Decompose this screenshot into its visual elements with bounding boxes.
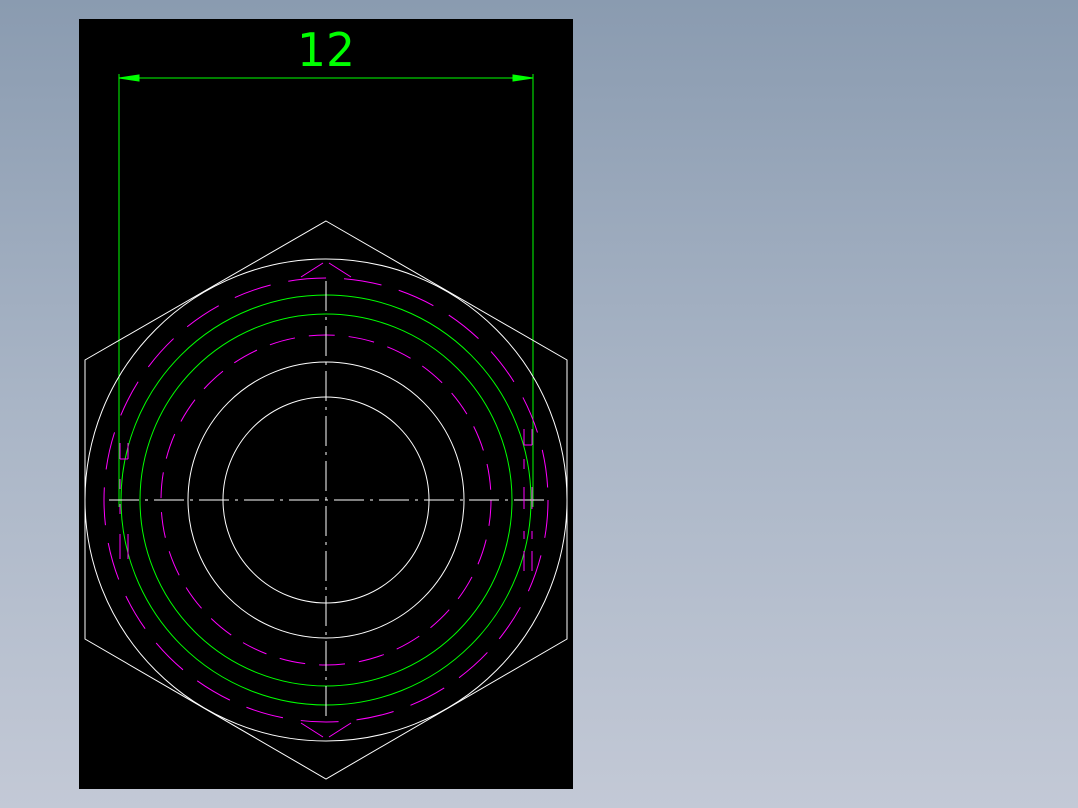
centerlines [109,281,545,719]
drawing-viewport[interactable]: 12 [79,19,573,789]
arrowhead-right [512,74,534,82]
arrowhead-left [118,74,140,82]
dimension-text: 12 [297,23,355,77]
cad-drawing: 12 [84,23,568,780]
